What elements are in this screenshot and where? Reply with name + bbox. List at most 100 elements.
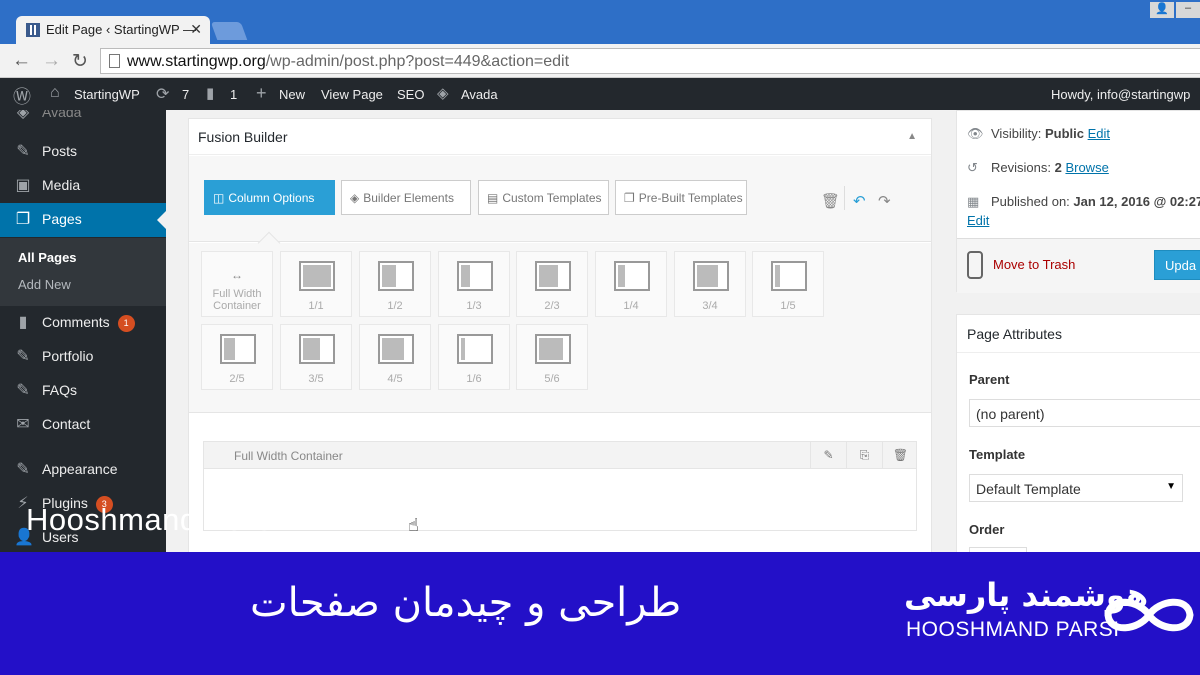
plus-icon: + xyxy=(256,83,267,103)
address-bar[interactable]: www.startingwp.org/wp-admin/post.php?pos… xyxy=(100,48,1200,74)
tab-title: Edit Page ‹ StartingWP — xyxy=(46,22,197,37)
sidebar-item-appearance[interactable]: ✎ Appearance xyxy=(0,453,166,487)
sidebar-item-portfolio[interactable]: ✎ Portfolio xyxy=(0,340,166,374)
pin-icon: ✎ xyxy=(16,143,30,160)
sidebar-item-avada[interactable]: ◈ Avada xyxy=(0,110,166,130)
site-name-link[interactable]: StartingWP xyxy=(74,87,140,102)
column-option-1-3[interactable]: 1/3 xyxy=(438,251,510,317)
new-tab-button[interactable] xyxy=(210,22,248,40)
prebuilt-templates-button[interactable]: ❐ Pre-Built Templates xyxy=(615,180,747,215)
pin-icon: ✎ xyxy=(16,382,30,399)
fusion-builder-header[interactable]: Fusion Builder ▲ xyxy=(189,119,931,155)
sidebar-item-contact[interactable]: ✉ Contact xyxy=(0,408,166,442)
sidebar-item-pages[interactable]: ❐ Pages xyxy=(0,203,166,237)
edit-pencil-icon[interactable]: ✎ xyxy=(810,442,846,469)
sidebar-item-posts[interactable]: ✎ Posts xyxy=(0,135,166,169)
column-option-5-6[interactable]: 5/6 xyxy=(516,324,588,390)
forward-icon[interactable]: → xyxy=(42,50,61,72)
column-1-1-icon xyxy=(299,261,335,291)
full-width-container-block[interactable]: Full Width Container ✎ ⎘ 🗑 xyxy=(203,441,917,531)
sidebar-item-label: Pages xyxy=(42,211,82,227)
close-tab-icon[interactable]: ✕ xyxy=(190,21,202,38)
column-options-panel: ↔ Full Width Container 1/1 1/2 1/3 2/3 1… xyxy=(189,231,931,413)
updates-count[interactable]: 7 xyxy=(182,87,189,102)
column-option-3-4[interactable]: 3/4 xyxy=(674,251,746,317)
full-width-container-option[interactable]: ↔ Full Width Container xyxy=(201,251,273,317)
mail-icon: ✉ xyxy=(16,416,30,433)
new-link[interactable]: New xyxy=(279,87,305,102)
move-to-trash-link[interactable]: Move to Trash xyxy=(993,257,1075,272)
column-option-2-5[interactable]: 2/5 xyxy=(201,324,273,390)
user-profile-icon[interactable]: 👤 xyxy=(1150,2,1174,18)
sidebar-item-faqs[interactable]: ✎ FAQs xyxy=(0,374,166,408)
submenu-all-pages[interactable]: All Pages xyxy=(18,250,77,265)
expand-arrows-icon: ↔ xyxy=(231,268,243,282)
column-option-1-6[interactable]: 1/6 xyxy=(438,324,510,390)
main-content: Fusion Builder ▲ ◫ Column Options ◈ Builde… xyxy=(166,110,1200,558)
trash-icon[interactable]: 🗑 xyxy=(821,192,840,210)
home-icon: ⌂ xyxy=(50,84,60,101)
revisions-row: ↺ Revisions: 2 Browse xyxy=(967,160,1109,176)
redo-icon[interactable]: ↷ xyxy=(878,192,891,210)
clone-icon[interactable]: ⎘ xyxy=(846,442,882,469)
parent-label: Parent xyxy=(969,372,1010,387)
bottom-banner: طراحی و چیدمان صفحات هوشمند پارسی HOOSHM… xyxy=(0,552,1200,675)
pages-icon: ❐ xyxy=(15,211,31,228)
minimize-icon[interactable]: – xyxy=(1176,2,1200,18)
option-label: 1/5 xyxy=(780,300,796,312)
option-label: 1/6 xyxy=(466,373,482,385)
fusion-builder-title: Fusion Builder xyxy=(198,129,288,145)
template-value: Default Template xyxy=(976,481,1081,497)
custom-templates-button[interactable]: ▤ Custom Templates xyxy=(478,180,609,215)
column-option-4-5[interactable]: 4/5 xyxy=(359,324,431,390)
sidebar-item-label: Avada xyxy=(42,110,82,120)
pages-submenu: All Pages Add New xyxy=(0,238,166,306)
column-option-2-3[interactable]: 2/3 xyxy=(516,251,588,317)
template-select[interactable]: Default Template ▼ xyxy=(969,474,1183,502)
delete-container-icon[interactable]: 🗑 xyxy=(882,442,918,469)
trash-can-icon xyxy=(967,251,983,279)
column-1-5-icon xyxy=(771,261,807,291)
comments-count[interactable]: 1 xyxy=(230,87,237,102)
back-icon[interactable]: ← xyxy=(12,50,31,72)
option-label: 4/5 xyxy=(387,373,403,385)
builder-elements-button[interactable]: ◈ Builder Elements xyxy=(341,180,471,215)
visibility-edit-link[interactable]: Edit xyxy=(1088,126,1110,141)
mouse-cursor-icon: ☝ xyxy=(408,515,419,535)
published-row: ▦ Published on: Jan 12, 2016 @ 02:27 xyxy=(967,194,1200,210)
column-option-1-4[interactable]: 1/4 xyxy=(595,251,667,317)
reload-icon[interactable]: ↻ xyxy=(72,50,88,73)
revisions-browse-link[interactable]: Browse xyxy=(1065,160,1108,175)
seo-link[interactable]: SEO xyxy=(397,87,424,102)
column-options-button[interactable]: ◫ Column Options xyxy=(204,180,335,215)
option-label: 2/5 xyxy=(229,373,245,385)
publish-box: 👁 Visibility: Public Edit ↺ Revisions: 2 B… xyxy=(956,110,1200,293)
option-label: Full Width Container xyxy=(212,288,262,312)
column-option-1-1[interactable]: 1/1 xyxy=(280,251,352,317)
watermark-text: Hooshmand Parsi xyxy=(26,502,280,538)
sidebar-item-media[interactable]: ▣ Media xyxy=(0,169,166,203)
howdy-account[interactable]: Howdy, info@startingwp xyxy=(1051,87,1190,102)
published-edit-link[interactable]: Edit xyxy=(967,213,989,228)
wordpress-logo-icon[interactable]: Ⓦ xyxy=(13,83,31,109)
page-attributes-title[interactable]: Page Attributes xyxy=(957,315,1200,353)
sidebar-item-comments[interactable]: ▮ Comments 1 xyxy=(0,306,166,340)
browser-tab[interactable]: Edit Page ‹ StartingWP — ✕ xyxy=(16,16,210,44)
update-button[interactable]: Upda xyxy=(1154,250,1200,280)
undo-icon[interactable]: ↶ xyxy=(853,192,866,210)
avada-link[interactable]: Avada xyxy=(461,87,498,102)
column-1-2-icon xyxy=(378,261,414,291)
collapse-toggle-icon[interactable]: ▲ xyxy=(907,131,917,142)
column-option-1-2[interactable]: 1/2 xyxy=(359,251,431,317)
sidebar-item-label: Comments xyxy=(42,314,110,330)
revisions-label: Revisions: xyxy=(991,160,1051,175)
wp-admin-bar: Ⓦ ⌂ StartingWP ⟳ 7 ▮ 1 + New View Page S… xyxy=(0,78,1200,110)
view-page-link[interactable]: View Page xyxy=(321,87,383,102)
url-path: /wp-admin/post.php?post=449&action=edit xyxy=(265,53,570,70)
column-option-1-5[interactable]: 1/5 xyxy=(752,251,824,317)
custom-templates-label: Custom Templates xyxy=(502,191,602,205)
brush-icon: ✎ xyxy=(16,461,30,478)
submenu-add-new[interactable]: Add New xyxy=(18,277,71,292)
parent-select[interactable]: (no parent) xyxy=(969,399,1200,427)
column-option-3-5[interactable]: 3/5 xyxy=(280,324,352,390)
